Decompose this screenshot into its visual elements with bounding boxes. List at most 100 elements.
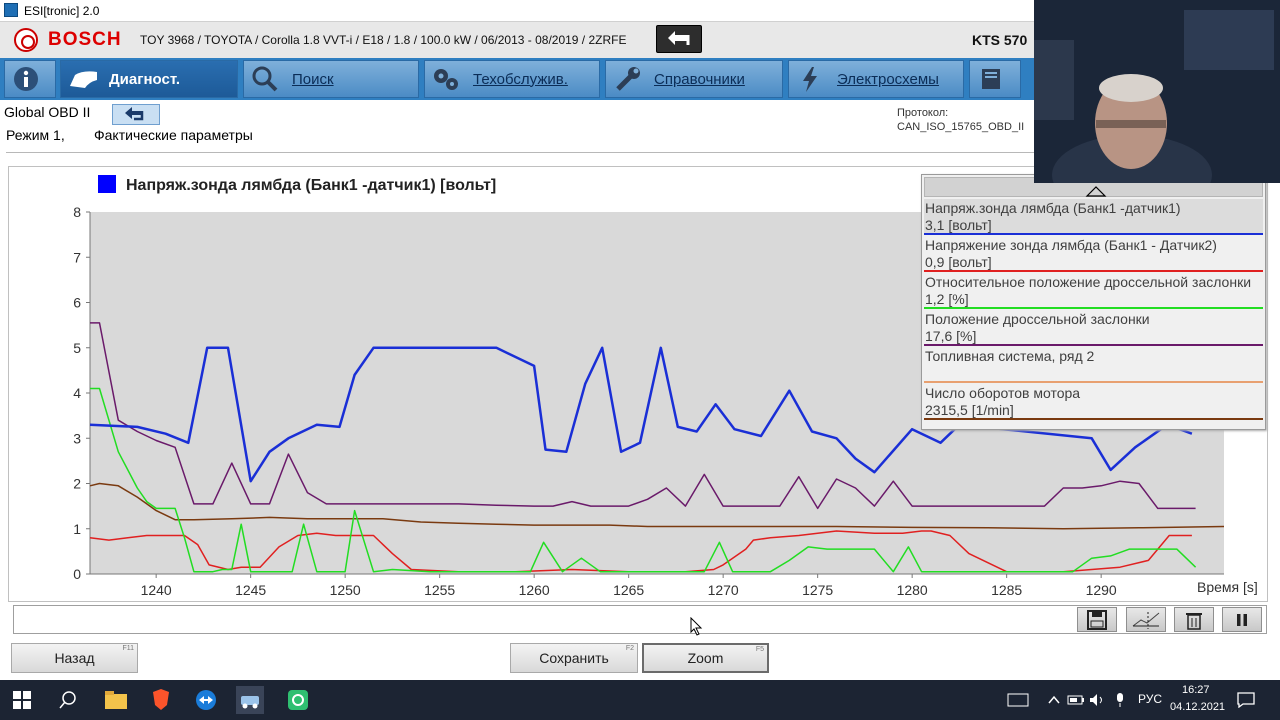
teamviewer-icon — [196, 690, 216, 710]
legend-item-color-line — [924, 418, 1263, 420]
legend-item[interactable]: Положение дроссельной заслонки 17,6 [%] — [924, 310, 1263, 346]
info-button[interactable] — [4, 60, 56, 98]
back-small-button[interactable] — [112, 104, 160, 125]
teamviewer-button[interactable] — [192, 686, 220, 714]
legend-item-name: Число оборотов мотора — [925, 385, 1081, 401]
tab-diagnostics-label: Диагност. — [109, 70, 181, 88]
language-indicator[interactable]: РУС — [1138, 692, 1162, 706]
tab-diagnostics[interactable]: Диагност. — [60, 60, 238, 98]
clock-time: 16:27 — [1182, 684, 1210, 696]
zoom-button[interactable]: Zoom F5 — [642, 643, 769, 673]
tab-reference-label: Справочники — [654, 70, 745, 88]
brave-browser-button[interactable] — [147, 686, 175, 714]
page-subheader: Global OBD II Режим 1, Фактические парам… — [0, 100, 1040, 150]
info-icon — [11, 64, 41, 94]
y-tick-label: 0 — [73, 566, 81, 582]
legend-item-value: 3,1 [вольт] — [925, 217, 992, 233]
save-button-label: Сохранить — [539, 650, 609, 666]
pause-icon — [1237, 613, 1247, 626]
x-tick-label: 1275 — [802, 582, 833, 598]
legend-item-color-line — [924, 381, 1263, 383]
trash-icon — [1186, 612, 1202, 630]
legend-item-name: Напряжение зонда лямбда (Банк1 - Датчик2… — [925, 237, 1217, 253]
legend-panel[interactable]: Напряж.зонда лямбда (Банк1 -датчик1) 3,1 … — [921, 174, 1266, 430]
x-tick-label: 1250 — [330, 582, 361, 598]
mode-label: Режим 1, — [6, 127, 65, 143]
legend-item-name: Положение дроссельной заслонки — [925, 311, 1150, 327]
microphone-icon[interactable] — [1106, 686, 1134, 714]
windows-taskbar: РУС 16:27 04.12.2021 — [0, 680, 1280, 720]
windows-icon — [13, 691, 31, 709]
y-tick-label: 6 — [73, 295, 81, 311]
legend-item-name: Относительное положение дроссельной засл… — [925, 274, 1252, 290]
legend-item-value: 0,9 [вольт] — [925, 254, 992, 270]
app-icon — [4, 3, 18, 17]
legend-item[interactable]: Напряжение зонда лямбда (Банк1 - Датчик2… — [924, 236, 1263, 272]
lightning-icon — [795, 64, 825, 94]
manual-button[interactable] — [969, 60, 1021, 98]
wrench-icon — [612, 64, 642, 94]
notifications-button[interactable] — [1232, 686, 1260, 714]
legend-item[interactable]: Топливная система, ряд 2 — [924, 347, 1263, 383]
app-button[interactable] — [284, 686, 312, 714]
legend-item-color-line — [924, 344, 1263, 346]
chart-title-swatch — [98, 175, 116, 193]
tab-reference[interactable]: Справочники — [605, 60, 783, 98]
y-tick-label: 3 — [73, 430, 81, 446]
delete-button[interactable] — [1174, 607, 1214, 632]
tab-wiring[interactable]: Электросхемы — [788, 60, 964, 98]
legend-item[interactable]: Относительное положение дроссельной засл… — [924, 273, 1263, 309]
protocol-value: CAN_ISO_15765_OBD_II — [897, 121, 1025, 133]
brave-icon — [153, 689, 169, 710]
tab-service-label: Техобслужив. — [473, 70, 568, 88]
y-tick-label: 5 — [73, 340, 81, 356]
x-tick-label: 1270 — [708, 582, 739, 598]
start-button[interactable] — [8, 686, 36, 714]
y-tick-label: 1 — [73, 521, 81, 537]
esitronic-taskbar-button[interactable] — [236, 686, 264, 714]
folder-icon — [105, 691, 127, 709]
return-arrow-icon — [125, 107, 144, 121]
legend-item-value: 2315,5 [1/min] — [925, 402, 1014, 418]
brand-name: BOSCH — [48, 29, 122, 50]
notification-icon — [1237, 692, 1255, 708]
tab-search[interactable]: Поиск — [243, 60, 419, 98]
pause-button[interactable] — [1222, 607, 1262, 632]
legend-item[interactable]: Напряж.зонда лямбда (Банк1 -датчик1) 3,1 … — [924, 199, 1263, 235]
x-tick-label: 1255 — [424, 582, 455, 598]
y-tick-label: 7 — [73, 249, 81, 265]
y-tick-label: 4 — [73, 385, 81, 401]
file-explorer-button[interactable] — [102, 686, 130, 714]
legend-item-value: 1,2 [%] — [925, 291, 969, 307]
app-header: BOSCH TOY 3968 / TOYOTA / Corolla 1.8 VV… — [0, 22, 1040, 58]
zoom-key-hint: F5 — [755, 646, 764, 653]
window-title: ESI[tronic] 2.0 — [24, 4, 100, 18]
gears-icon — [431, 64, 461, 94]
taskbar-search-button[interactable] — [54, 686, 82, 714]
legend-item[interactable]: Число оборотов мотора 2315,5 [1/min] — [924, 384, 1263, 420]
mode-name: Фактические параметры — [94, 127, 253, 143]
legend-item-name: Напряж.зонда лямбда (Банк1 -датчик1) — [925, 200, 1181, 216]
mouse-cursor-icon — [690, 617, 703, 636]
keyboard-tray-icon[interactable] — [1004, 686, 1032, 714]
save-button[interactable]: Сохранить F2 — [510, 643, 638, 673]
back-button-label: Назад — [54, 650, 95, 666]
legend-item-color-line — [924, 233, 1263, 235]
y-tick-label: 2 — [73, 476, 81, 492]
tab-wiring-label: Электросхемы — [837, 70, 939, 88]
device-name: KTS 570 — [972, 32, 1028, 48]
x-tick-label: 1245 — [235, 582, 266, 598]
clock-date: 04.12.2021 — [1170, 701, 1226, 713]
tab-service[interactable]: Техобслужив. — [424, 60, 600, 98]
vehicle-info: TOY 3968 / TOYOTA / Corolla 1.8 VVT-i / … — [140, 33, 627, 47]
cursor-measure-button[interactable] — [1126, 607, 1166, 632]
back-button[interactable]: Назад F11 — [11, 643, 138, 673]
car-icon — [67, 64, 97, 94]
save-data-button[interactable] — [1077, 607, 1117, 632]
back-key-hint: F11 — [122, 645, 134, 652]
legend-item-name: Топливная система, ряд 2 — [925, 348, 1095, 364]
y-tick-label: 8 — [73, 204, 81, 220]
back-arrow-button[interactable] — [656, 25, 702, 53]
legend-item-color-line — [924, 307, 1263, 309]
webcam-person-image — [1034, 0, 1280, 183]
